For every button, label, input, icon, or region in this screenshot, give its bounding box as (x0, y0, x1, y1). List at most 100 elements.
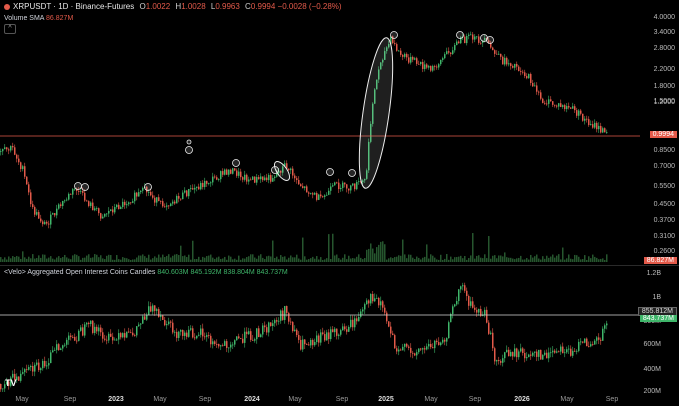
oi-candle-body (184, 332, 186, 336)
candle-body (548, 99, 550, 104)
price-chart-canvas[interactable] (0, 0, 640, 265)
volume-bar (516, 258, 518, 262)
candle-body (184, 190, 186, 193)
volume-bar (306, 259, 308, 262)
oi-candle-body (456, 301, 458, 305)
oi-open: 840.603M (157, 269, 189, 276)
chevron-up-icon[interactable]: ^ (4, 24, 16, 34)
candle-body (312, 193, 314, 195)
volume-bar (534, 256, 536, 262)
oi-candle-body (486, 309, 488, 323)
volume-bar (80, 259, 82, 262)
oi-candle-body (406, 343, 408, 347)
volume-bar (390, 257, 392, 262)
open-interest-legend[interactable]: <Velo> Aggregated Open Interest Coins Ca… (4, 269, 288, 276)
oi-candle-body (504, 352, 506, 359)
volume-bar (400, 255, 402, 262)
oi-candle-body (414, 353, 416, 356)
oi-candle-body (246, 331, 248, 335)
candle-body (346, 184, 348, 189)
volume-bar (168, 254, 170, 262)
volume-bar (528, 259, 530, 262)
candle-body (198, 186, 200, 190)
volume-legend[interactable]: Volume SMA 86.827M (4, 15, 73, 22)
candle-body (244, 174, 246, 180)
volume-bar (470, 255, 472, 262)
volume-bar (162, 254, 164, 262)
candle-body (98, 208, 100, 214)
volume-bar (456, 257, 458, 262)
candle-body (14, 147, 16, 155)
candle-body (584, 118, 586, 121)
oi-candle-body (234, 340, 236, 345)
volume-bar (26, 258, 28, 262)
oi-high: 845.192M (190, 269, 222, 276)
price-chart[interactable] (0, 0, 640, 265)
price-tick-label: 1.8000 (653, 83, 675, 90)
volume-bar (20, 258, 22, 262)
oi-candle-body (428, 343, 430, 347)
oi-candle-body (250, 331, 252, 340)
candle-body (518, 66, 520, 71)
candle-body (438, 64, 440, 68)
oi-candle-body (258, 328, 260, 338)
oi-candle-body (496, 359, 498, 362)
volume-bar (124, 257, 126, 262)
time-tick-label: Sep (605, 396, 619, 403)
oi-candle-body (40, 368, 42, 371)
volume-bar (240, 259, 242, 262)
candle-body (604, 128, 606, 133)
volume-bar (58, 256, 60, 262)
volume-bar (378, 244, 380, 262)
candle-body (160, 200, 162, 202)
oi-candle-body (464, 285, 466, 291)
open-interest-canvas[interactable] (0, 266, 640, 392)
candle-body (410, 56, 412, 63)
candle-body (40, 218, 42, 222)
candle-body (422, 61, 424, 69)
highlight-circle (74, 182, 82, 190)
volume-bar (416, 256, 418, 262)
volume-bar (292, 257, 294, 262)
open-interest-chart[interactable] (0, 266, 640, 392)
oi-candle-body (280, 310, 282, 321)
volume-bar (482, 258, 484, 262)
oi-candle-body (178, 331, 180, 338)
volume-bar (100, 255, 102, 262)
oi-candle-body (336, 328, 338, 336)
candle-body (34, 207, 36, 215)
oi-candle-body (304, 339, 306, 345)
candle-body (442, 58, 444, 60)
volume-bar (538, 258, 540, 262)
oi-candle-body (374, 298, 376, 302)
oi-candle-body (104, 338, 106, 340)
oi-candle-body (502, 358, 504, 363)
oi-candle-body (122, 333, 124, 338)
candle-body (544, 102, 546, 104)
candle-body (46, 221, 48, 224)
candle-body (586, 118, 588, 120)
oi-candle-body (594, 340, 596, 345)
volume-bar (570, 258, 572, 262)
volume-bar (590, 258, 592, 262)
symbol-title[interactable]: XRPUSDT · 1D · Binance-Futures (13, 2, 134, 11)
oi-candle-body (364, 304, 366, 310)
tradingview-logo-icon[interactable]: TV (5, 378, 19, 388)
oi-candle-body (554, 350, 556, 353)
volume-bar (452, 259, 454, 262)
oi-candle-body (462, 285, 464, 287)
time-tick-label: May (288, 396, 302, 403)
oi-candle-body (602, 328, 604, 341)
candle-body (122, 201, 124, 208)
oi-candle-body (498, 359, 500, 362)
candle-body (132, 201, 134, 203)
volume-bar (524, 259, 526, 262)
highlight-circle (186, 139, 192, 145)
volume-bar (492, 255, 494, 262)
oi-candle-body (96, 326, 98, 332)
volume-bar (386, 259, 388, 262)
candle-body (208, 183, 210, 185)
candle-body (176, 196, 178, 204)
oi-candle-body (244, 331, 246, 343)
oi-candle-body (314, 342, 316, 346)
